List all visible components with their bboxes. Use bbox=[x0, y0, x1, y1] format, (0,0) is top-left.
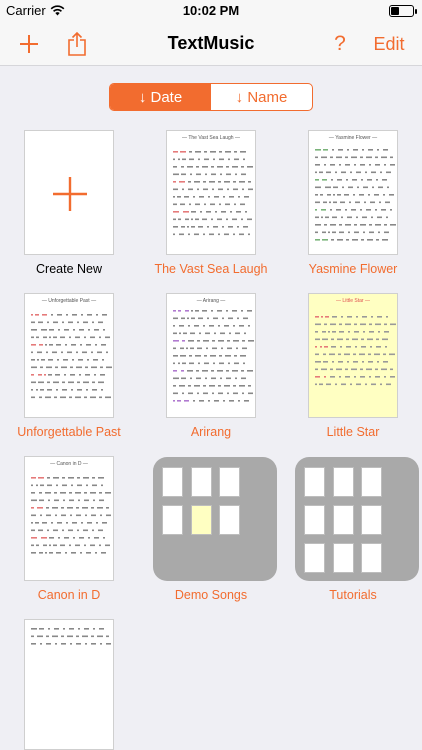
score-lines bbox=[31, 628, 111, 645]
document-thumbnail: — Unforgettable Past — bbox=[24, 293, 114, 418]
folder-mini-page bbox=[219, 505, 240, 535]
score-lines bbox=[315, 316, 396, 386]
folder-mini-page bbox=[162, 467, 183, 497]
folder-mini-page bbox=[304, 505, 325, 535]
item-label: Create New bbox=[36, 262, 102, 276]
folder-mini-page bbox=[333, 543, 354, 573]
folder-mini-page bbox=[361, 505, 382, 535]
document-thumbnail: — The Vast Sea Laugh — bbox=[166, 130, 256, 255]
folder-mini-page bbox=[191, 467, 212, 497]
score-lines bbox=[173, 151, 253, 236]
item-label: Arirang bbox=[190, 425, 232, 439]
plus-icon bbox=[53, 177, 87, 211]
sort-by-name-segment[interactable]: ↓ Name bbox=[211, 84, 312, 110]
score-lines bbox=[173, 310, 254, 402]
document-thumbnail: — Little Star — bbox=[308, 293, 398, 418]
folder-mini-page bbox=[191, 505, 212, 535]
folder-mini-page bbox=[333, 505, 354, 535]
document-thumbnail: — Canon in D — bbox=[24, 456, 114, 581]
folder-mini-page bbox=[162, 505, 183, 535]
folder-mini-page bbox=[361, 467, 382, 497]
item-label: Tutorials bbox=[329, 588, 377, 602]
document-thumbnail bbox=[24, 619, 114, 750]
folder-mini-page bbox=[304, 543, 325, 573]
folder-thumbnail bbox=[153, 457, 277, 581]
folder-mini-page bbox=[333, 467, 354, 497]
document-thumbnail: — Arirang — bbox=[166, 293, 256, 418]
item-label: Little Star bbox=[326, 425, 380, 439]
create-new-page bbox=[24, 130, 114, 255]
item-label: Unforgettable Past bbox=[17, 425, 121, 439]
item-label: Canon in D bbox=[37, 588, 101, 602]
sort-by-date-segment[interactable]: ↓ Date bbox=[110, 84, 211, 110]
battery-icon bbox=[389, 5, 417, 17]
sort-segmented-control: ↓ Date ↓ Name bbox=[109, 83, 313, 111]
folder-mini-page bbox=[361, 543, 382, 573]
page-title: TextMusic bbox=[167, 33, 255, 53]
status-bar: Carrier 10:02 PM bbox=[0, 0, 422, 22]
folder-mini-page bbox=[219, 467, 240, 497]
item-label: Yasmine Flower bbox=[308, 262, 398, 276]
document-thumbnail: — Yasmine Flower — bbox=[308, 130, 398, 255]
folder-mini-page bbox=[304, 467, 325, 497]
folder-thumbnail bbox=[295, 457, 419, 581]
score-lines bbox=[31, 477, 111, 554]
edit-button[interactable]: Edit bbox=[366, 29, 412, 59]
item-label: Demo Songs bbox=[174, 588, 248, 602]
status-time: 10:02 PM bbox=[182, 3, 240, 18]
score-lines bbox=[31, 314, 112, 399]
item-label: The Vast Sea Laugh bbox=[154, 262, 268, 276]
help-button[interactable]: ? bbox=[326, 29, 354, 59]
score-lines bbox=[315, 149, 396, 241]
navigation-bar: TextMusic ? Edit bbox=[0, 22, 422, 66]
